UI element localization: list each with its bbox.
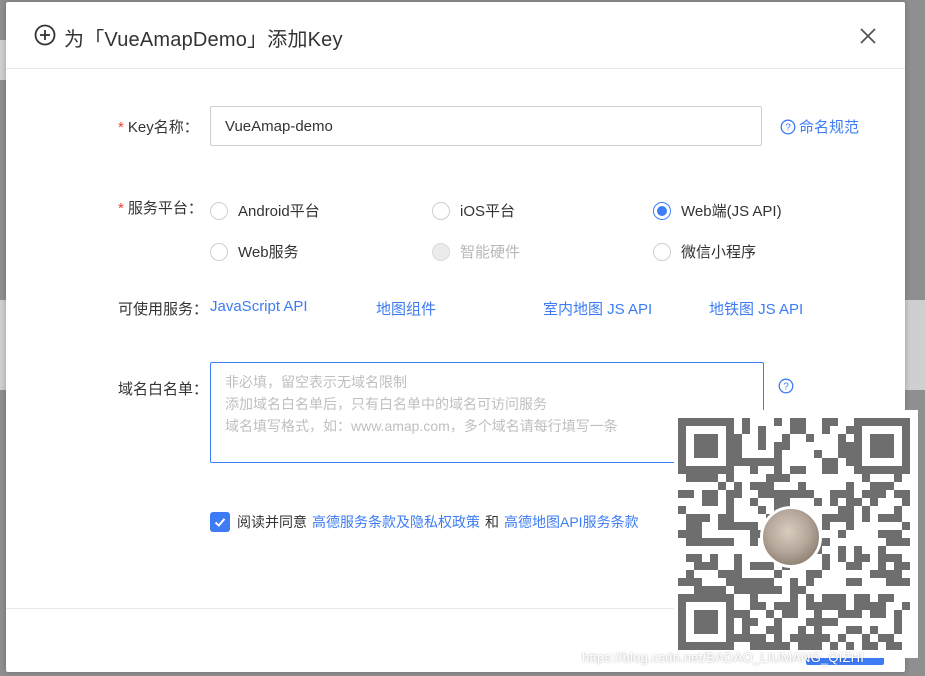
radio-web-js-api[interactable]: Web端(JS API) — [653, 200, 782, 221]
service-link-indoor-map[interactable]: 室内地图 JS API — [543, 298, 652, 319]
dialog-header: 为「VueAmapDemo」添加Key — [6, 2, 905, 69]
radio-button[interactable] — [210, 242, 228, 261]
radio-label: Web端(JS API) — [681, 203, 782, 220]
svg-text:?: ? — [785, 122, 791, 133]
whitelist-label: 域名白名单： — [118, 381, 209, 398]
services-label: 可使用服务： — [118, 301, 209, 318]
radio-label: iOS平台 — [460, 203, 516, 220]
radio-ios[interactable]: iOS平台 — [432, 200, 515, 221]
avatar — [760, 506, 822, 568]
agreement-row: 阅读并同意 高德服务条款及隐私权政策 和 高德地图API服务条款 — [210, 512, 639, 532]
check-icon — [214, 518, 226, 527]
radio-button[interactable] — [653, 242, 671, 261]
service-link-javascript-api[interactable]: JavaScript API — [210, 298, 308, 315]
service-link-map-components[interactable]: 地图组件 — [376, 298, 436, 319]
naming-rules-text: 命名规范 — [799, 119, 860, 136]
required-mark: * — [118, 200, 124, 217]
radio-label: Web服务 — [238, 244, 299, 261]
agreement-checkbox[interactable] — [210, 512, 230, 532]
watermark-text: https://blog.csdn.net/BADAO_LIUMANG_QIZH… — [582, 650, 865, 665]
platform-label: * 服务平台： — [118, 197, 203, 218]
radio-button[interactable] — [432, 201, 450, 220]
qr-code-overlay — [674, 410, 918, 658]
radio-wechat-miniprogram[interactable]: 微信小程序 — [653, 241, 756, 262]
dialog-title: 为「VueAmapDemo」添加Key — [64, 29, 343, 51]
naming-rules-link[interactable]: ? 命名规范 — [780, 116, 859, 137]
radio-label: 微信小程序 — [681, 244, 757, 261]
terms-privacy-link[interactable]: 高德服务条款及隐私权政策 — [312, 512, 480, 532]
platform-label-text: 服务平台： — [127, 200, 203, 217]
key-name-label-text: Key名称： — [127, 119, 199, 136]
service-link-subway-map[interactable]: 地铁图 JS API — [709, 298, 803, 319]
radio-label: 智能硬件 — [460, 244, 521, 261]
radio-button — [432, 242, 450, 261]
whitelist-help-icon[interactable]: ? — [778, 378, 794, 394]
key-name-label: * Key名称： — [118, 116, 199, 137]
agreement-prefix: 阅读并同意 — [237, 514, 307, 530]
question-circle-icon: ? — [780, 119, 796, 134]
radio-smart-hardware: 智能硬件 — [432, 241, 520, 262]
radio-button[interactable] — [210, 201, 228, 220]
radio-android[interactable]: Android平台 — [210, 200, 320, 221]
backdrop-fragment — [905, 300, 925, 390]
key-name-input[interactable] — [210, 106, 762, 146]
close-icon[interactable] — [858, 26, 878, 46]
radio-button[interactable] — [653, 201, 671, 220]
api-terms-link[interactable]: 高德地图API服务条款 — [504, 512, 639, 532]
radio-label: Android平台 — [238, 203, 320, 220]
svg-text:?: ? — [783, 382, 789, 393]
radio-web-service[interactable]: Web服务 — [210, 241, 299, 262]
required-mark: * — [118, 119, 124, 136]
plus-circle-icon — [34, 24, 56, 46]
agreement-joiner: 和 — [485, 514, 499, 530]
